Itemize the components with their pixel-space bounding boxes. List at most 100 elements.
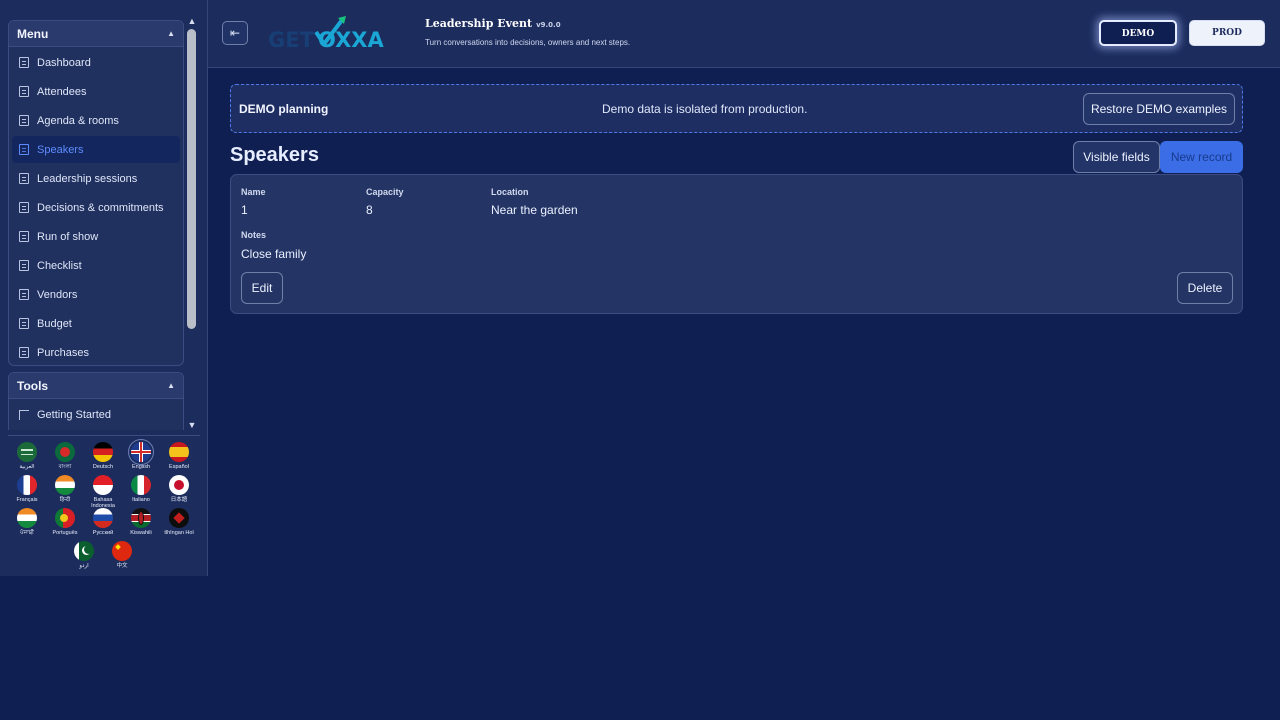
language-label: Kiswahili	[130, 530, 152, 536]
china-flag-icon	[112, 541, 132, 561]
japan-flag-icon	[169, 475, 189, 495]
edit-button[interactable]: Edit	[241, 272, 283, 304]
sidebar-item-purchases[interactable]: Purchases	[12, 339, 180, 366]
language-portuguese[interactable]: Português	[46, 506, 84, 536]
document-icon	[19, 173, 29, 184]
sidebar-item-label: Checklist	[37, 259, 82, 272]
language-bengali[interactable]: বাংলা	[46, 440, 84, 470]
language-label: ਪੰਜਾਬੀ	[20, 530, 34, 536]
scroll-up-arrow-icon[interactable]: ▲	[186, 16, 198, 26]
language-russian[interactable]: Русский	[84, 506, 122, 536]
collapse-caret-icon[interactable]: ▲	[167, 381, 175, 390]
document-icon	[19, 57, 29, 68]
language-label: বাংলা	[58, 464, 72, 470]
spain-flag-icon	[169, 442, 189, 462]
language-label: Русский	[92, 530, 114, 536]
language-chinese[interactable]: 中文	[103, 539, 141, 569]
language-klingon[interactable]: tlhIngan Hol	[160, 506, 198, 536]
sidebar-item-label: Decisions & commitments	[37, 201, 164, 214]
sidebar-item-leadership-sessions[interactable]: Leadership sessions	[12, 165, 180, 192]
sidebar-item-label: Run of show	[37, 230, 99, 243]
sidebar-item-label: Purchases	[37, 346, 89, 359]
document-icon	[19, 144, 29, 155]
collapse-sidebar-button[interactable]: ⇤	[222, 21, 248, 45]
field-label-location: Location	[491, 187, 529, 197]
sidebar-item-speakers[interactable]: Speakers	[12, 136, 180, 163]
scrollbar-thumb[interactable]	[187, 29, 196, 329]
language-label: tlhIngan Hol	[164, 530, 194, 536]
language-label: English	[131, 464, 151, 470]
page-title: Speakers	[230, 144, 319, 166]
language-italian[interactable]: Italiano	[122, 473, 160, 503]
sidebar-item-dashboard[interactable]: Dashboard	[12, 49, 180, 76]
visible-fields-button[interactable]: Visible fields	[1073, 141, 1160, 173]
document-icon	[19, 231, 29, 242]
field-value-notes: Close family	[241, 247, 307, 261]
demo-env-button[interactable]: DEMO	[1099, 20, 1177, 46]
language-urdu[interactable]: اردو	[65, 539, 103, 569]
collapse-caret-icon[interactable]: ▲	[167, 29, 175, 38]
sidebar-item-agenda-rooms[interactable]: Agenda & rooms	[12, 107, 180, 134]
bangladesh-flag-icon	[55, 442, 75, 462]
language-indonesian[interactable]: Bahasa Indonesia	[84, 473, 122, 509]
sidebar-item-label: Dashboard	[37, 56, 91, 69]
crop-icon	[19, 409, 29, 420]
sidebar: Menu ▲ Dashboard Attendees Agenda & room…	[0, 0, 208, 576]
language-german[interactable]: Deutsch	[84, 440, 122, 470]
kenya-flag-icon	[131, 508, 151, 528]
sidebar-item-checklist[interactable]: Checklist	[12, 252, 180, 279]
language-french[interactable]: Français	[8, 473, 46, 503]
language-label: Italiano	[132, 497, 150, 503]
language-spanish[interactable]: Español	[160, 440, 198, 470]
sidebar-item-decisions-commitments[interactable]: Decisions & commitments	[12, 194, 180, 221]
sidebar-item-label: Vendors	[37, 288, 78, 301]
india-flag-icon	[55, 475, 75, 495]
saudi-arabia-flag-icon	[17, 442, 37, 462]
field-label-notes: Notes	[241, 230, 267, 240]
tools-panel-header[interactable]: Tools ▲	[9, 373, 183, 399]
language-label: العربية	[19, 464, 35, 470]
sidebar-item-run-of-show[interactable]: Run of show	[12, 223, 180, 250]
sidebar-scrollbar[interactable]: ▲ ▼	[185, 14, 199, 430]
language-swahili[interactable]: Kiswahili	[122, 506, 160, 536]
language-english[interactable]: English	[122, 439, 160, 470]
banner-title: DEMO planning	[239, 102, 329, 116]
sidebar-item-attendees[interactable]: Attendees	[12, 78, 180, 105]
sidebar-item-vendors[interactable]: Vendors	[12, 281, 180, 308]
sidebar-item-label: Leadership sessions	[37, 172, 138, 185]
pakistan-flag-icon	[74, 541, 94, 561]
menu-panel-header[interactable]: Menu ▲	[9, 21, 183, 47]
language-label: हिन्दी	[59, 497, 71, 503]
language-japanese[interactable]: 日本語	[160, 473, 198, 503]
document-icon	[19, 115, 29, 126]
app-title-row: Leadership Event v9.0.0	[425, 17, 561, 30]
portugal-flag-icon	[55, 508, 75, 528]
delete-button[interactable]: Delete	[1177, 272, 1233, 304]
field-label-name: Name	[241, 187, 266, 197]
sidebar-item-label: Getting Started	[37, 408, 111, 421]
scroll-down-arrow-icon[interactable]: ▼	[186, 420, 198, 430]
indonesia-flag-icon	[93, 475, 113, 495]
app-version: v9.0.0	[536, 21, 561, 29]
language-hindi[interactable]: हिन्दी	[46, 473, 84, 503]
sidebar-nav-scroll[interactable]: Menu ▲ Dashboard Attendees Agenda & room…	[0, 14, 200, 430]
language-arabic[interactable]: العربية	[8, 440, 46, 470]
prod-env-button[interactable]: PROD	[1189, 20, 1265, 46]
language-label: Español	[169, 464, 189, 470]
germany-flag-icon	[93, 442, 113, 462]
france-flag-icon	[17, 475, 37, 495]
restore-demo-examples-button[interactable]: Restore DEMO examples	[1083, 93, 1235, 125]
logo-text-oxxa: OXXA	[318, 28, 384, 52]
sidebar-item-budget[interactable]: Budget	[12, 310, 180, 337]
field-value-name: 1	[241, 203, 248, 217]
sidebar-item-getting-started[interactable]: Getting Started	[12, 401, 180, 428]
app-subtitle: Turn conversations into decisions, owner…	[425, 38, 631, 47]
language-punjabi[interactable]: ਪੰਜਾਬੀ	[8, 506, 46, 536]
logo: GET OXXA	[268, 16, 413, 56]
italy-flag-icon	[131, 475, 151, 495]
language-label: 日本語	[170, 497, 188, 503]
field-value-location: Near the garden	[491, 203, 578, 217]
language-label: Français	[16, 497, 38, 503]
new-record-button[interactable]: New record	[1160, 141, 1243, 173]
sidebar-item-label: Agenda & rooms	[37, 114, 119, 127]
